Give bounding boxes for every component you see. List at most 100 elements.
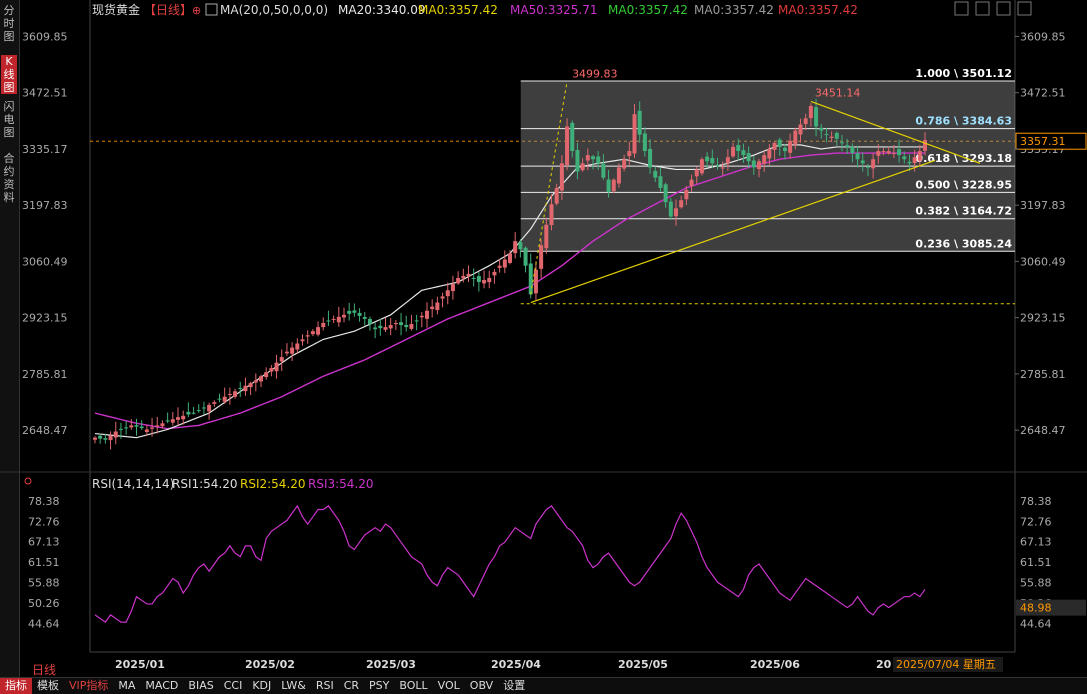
candle-body-98 [601, 163, 606, 178]
toolbar-tab-14[interactable]: OBV [465, 678, 498, 694]
right-price-tick-3: 3197.83 [1020, 199, 1066, 212]
candle-body-72 [466, 273, 471, 277]
symbol-label: 现货黄金 [92, 2, 140, 17]
candle-body-56 [383, 327, 388, 330]
candle-body-145 [845, 145, 850, 147]
toolbar-tab-12[interactable]: BOLL [394, 678, 432, 694]
toolbar-tab-2[interactable]: VIP指标 [64, 678, 113, 694]
candle-body-84 [528, 263, 533, 295]
candle-body-12 [155, 425, 160, 427]
candle-body-157 [907, 161, 912, 164]
candle-body-132 [777, 139, 782, 147]
toolbar-tab-10[interactable]: CR [339, 678, 364, 694]
date-tick-4: 2025/05 [618, 658, 668, 671]
candle-body-55 [378, 325, 383, 329]
toolbar-tab-8[interactable]: LW& [276, 678, 311, 694]
candle-body-104 [632, 114, 637, 154]
candle-body-160 [923, 139, 927, 151]
candle-body-105 [637, 110, 642, 135]
period-label[interactable]: 日线 [32, 661, 56, 678]
toolbar-tab-9[interactable]: RSI [311, 678, 339, 694]
candle-body-101 [616, 167, 621, 184]
add-icon: ⊕ [192, 4, 201, 17]
toolbar-tab-1[interactable]: 模板 [32, 678, 64, 694]
candle-body-70 [456, 277, 461, 284]
candle-body-20 [196, 410, 201, 412]
right-price-tick-0: 3609.85 [1020, 30, 1066, 43]
rsi-line [94, 504, 926, 623]
header-ma0a: MA0:3357.42 [418, 3, 498, 17]
candle-body-119 [710, 157, 715, 164]
date-tick-partial: 20 [876, 658, 892, 671]
candle-body-94 [580, 163, 585, 171]
candle-body-57 [388, 325, 393, 329]
fib-label-2: 0.618 \ 3293.18 [915, 152, 1012, 165]
date-axis: 2025/01 2025/02 2025/03 2025/04 2025/05 2025/… [90, 651, 1015, 672]
chart-svg: 现货黄金 【日线】 ⊕ MA(20,0,50,0,0,0) MA20:3340.09MA… [0, 0, 1087, 672]
candle-body-42 [310, 331, 315, 335]
candle-body-153 [886, 151, 891, 154]
candle-body-79 [502, 259, 507, 268]
candle-body-139 [814, 107, 819, 127]
candle-body-122 [725, 157, 730, 164]
candle-body-124 [736, 145, 741, 152]
rsi-settings-icon [24, 477, 32, 485]
header-ma0c: MA0:3357.42 [694, 3, 774, 17]
candle-body-85 [533, 269, 538, 294]
window-control-icon-0 [954, 1, 969, 16]
left-price-tick-7: 2648.47 [22, 424, 68, 437]
candle-body-114 [684, 189, 689, 200]
candle-body-62 [414, 320, 419, 322]
toolbar-tab-11[interactable]: PSY [364, 678, 394, 694]
candle-body-29 [243, 385, 248, 392]
candle-body-144 [840, 142, 844, 144]
candle-body-97 [596, 156, 601, 164]
candle-body-74 [476, 276, 481, 283]
candle-body-7 [129, 425, 134, 428]
candle-body-95 [585, 155, 590, 161]
candle-body-46 [331, 318, 336, 320]
candle-body-150 [871, 159, 876, 169]
rsi1-value: RSI1:54.20 [172, 477, 238, 491]
candle-body-75 [482, 280, 487, 284]
toolbar-tab-5[interactable]: BIAS [183, 678, 218, 694]
candle-body-106 [642, 133, 647, 152]
candle-body-28 [238, 387, 243, 389]
candle-body-108 [653, 170, 658, 178]
candle-body-39 [295, 343, 300, 350]
toolbar-tab-6[interactable]: CCI [219, 678, 248, 694]
candle-body-3 [108, 435, 113, 441]
candle-body-80 [508, 253, 512, 263]
candle-body-13 [160, 423, 165, 427]
candle-body-45 [326, 320, 331, 322]
candle-body-16 [176, 417, 180, 420]
fib-label-0: 1.000 \ 3501.12 [915, 67, 1012, 80]
toolbar-tab-4[interactable]: MACD [140, 678, 183, 694]
toolbar-tab-7[interactable]: KDJ [247, 678, 276, 694]
candle-body-123 [731, 146, 736, 157]
candle-body-61 [409, 324, 414, 329]
left-price-tick-4: 3060.49 [22, 255, 68, 268]
candle-body-102 [622, 159, 627, 169]
rsi-current-value: 48.98 [1020, 602, 1052, 615]
candle-body-8 [134, 425, 139, 427]
fib-label-3: 0.500 \ 3228.95 [915, 178, 1012, 191]
candle-body-65 [430, 306, 435, 310]
candle-body-136 [798, 124, 803, 135]
toolbar-tab-0[interactable]: 指标 [0, 678, 32, 694]
toolbar-tab-13[interactable]: VOL [433, 678, 465, 694]
right-price-tick-4: 3060.49 [1020, 255, 1066, 268]
candle-body-69 [450, 284, 455, 292]
high-2-label: 3451.14 [815, 86, 861, 99]
left-price-tick-0: 3609.85 [22, 30, 68, 43]
header-ma0b: MA0:3357.42 [608, 3, 688, 17]
candle-body-58 [393, 323, 398, 325]
rsi-left-tick-5: 50.26 [28, 597, 60, 610]
fib-label-5: 0.236 \ 3085.24 [915, 237, 1012, 250]
candle-body-87 [544, 224, 549, 249]
rsi-left-tick-1: 72.76 [28, 515, 60, 528]
toolbar-tab-15[interactable]: 设置 [498, 678, 530, 694]
toolbar-tab-3[interactable]: MA [113, 678, 140, 694]
candle-body-149 [865, 166, 870, 168]
candle-body-43 [316, 327, 321, 335]
